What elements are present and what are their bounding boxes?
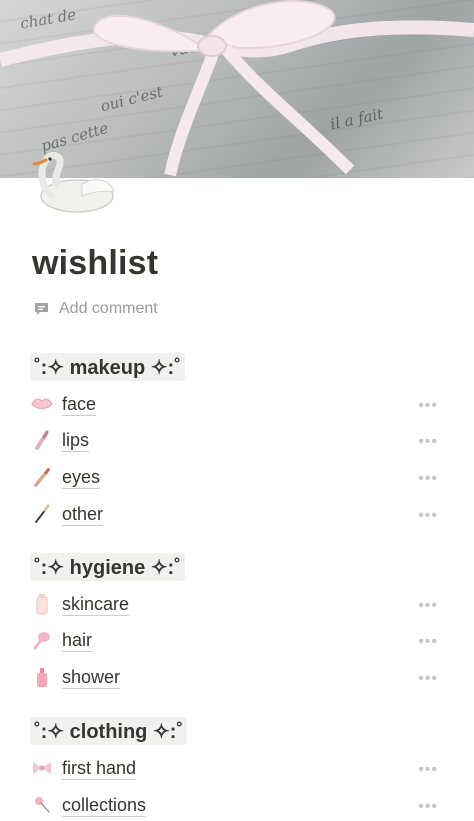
- section-heading-makeup: ˚:✧ makeup ✧:˚: [30, 353, 185, 381]
- page-link-hair[interactable]: hair •••: [30, 624, 444, 656]
- add-comment-button[interactable]: Add comment: [33, 300, 158, 318]
- more-options-icon[interactable]: •••: [418, 633, 438, 651]
- comment-icon: [35, 302, 48, 315]
- page-link-first-hand[interactable]: first hand •••: [30, 752, 444, 784]
- page-link-collections[interactable]: collections •••: [30, 789, 444, 821]
- page-link-face[interactable]: face •••: [30, 388, 444, 420]
- more-options-icon[interactable]: •••: [418, 433, 438, 451]
- page-link-label: lips: [62, 429, 90, 452]
- section-heading-clothing: ˚:✧ clothing ✧:˚: [30, 717, 188, 745]
- page-link-label: shower: [62, 666, 121, 689]
- page-link-lips[interactable]: lips •••: [30, 424, 444, 456]
- pin-icon: [30, 793, 54, 817]
- page-link-other[interactable]: other •••: [30, 498, 444, 530]
- swan-icon[interactable]: [22, 146, 118, 216]
- page-link-eyes[interactable]: eyes •••: [30, 461, 444, 493]
- page-link-skincare[interactable]: skincare •••: [30, 588, 444, 620]
- more-options-icon[interactable]: •••: [418, 798, 438, 816]
- more-options-icon[interactable]: •••: [418, 670, 438, 688]
- page-link-label: collections: [62, 794, 147, 817]
- page-link-label: first hand: [62, 757, 137, 780]
- page-link-label: face: [62, 393, 97, 416]
- lips-face-icon: [30, 392, 54, 416]
- page-title: wishlist: [32, 244, 159, 282]
- page-link-label: skincare: [62, 593, 130, 616]
- brush-icon: [30, 502, 54, 526]
- more-options-icon[interactable]: •••: [418, 597, 438, 615]
- page-link-shower[interactable]: shower •••: [30, 661, 444, 693]
- more-options-icon[interactable]: •••: [418, 397, 438, 415]
- add-comment-label: Add comment: [59, 300, 158, 317]
- page-link-label: eyes: [62, 466, 101, 489]
- section-heading-hygiene: ˚:✧ hygiene ✧:˚: [30, 553, 185, 581]
- page-link-label: other: [62, 503, 104, 526]
- more-options-icon[interactable]: •••: [418, 470, 438, 488]
- hairbrush-icon: [30, 628, 54, 652]
- page-link-label: hair: [62, 629, 93, 652]
- more-options-icon[interactable]: •••: [418, 761, 438, 779]
- more-options-icon[interactable]: •••: [418, 507, 438, 525]
- bow-icon: [30, 756, 54, 780]
- eye-pencil-icon: [30, 465, 54, 489]
- shower-bottle-icon: [30, 665, 54, 689]
- lipstick-icon: [30, 428, 54, 452]
- lotion-tube-icon: [30, 592, 54, 616]
